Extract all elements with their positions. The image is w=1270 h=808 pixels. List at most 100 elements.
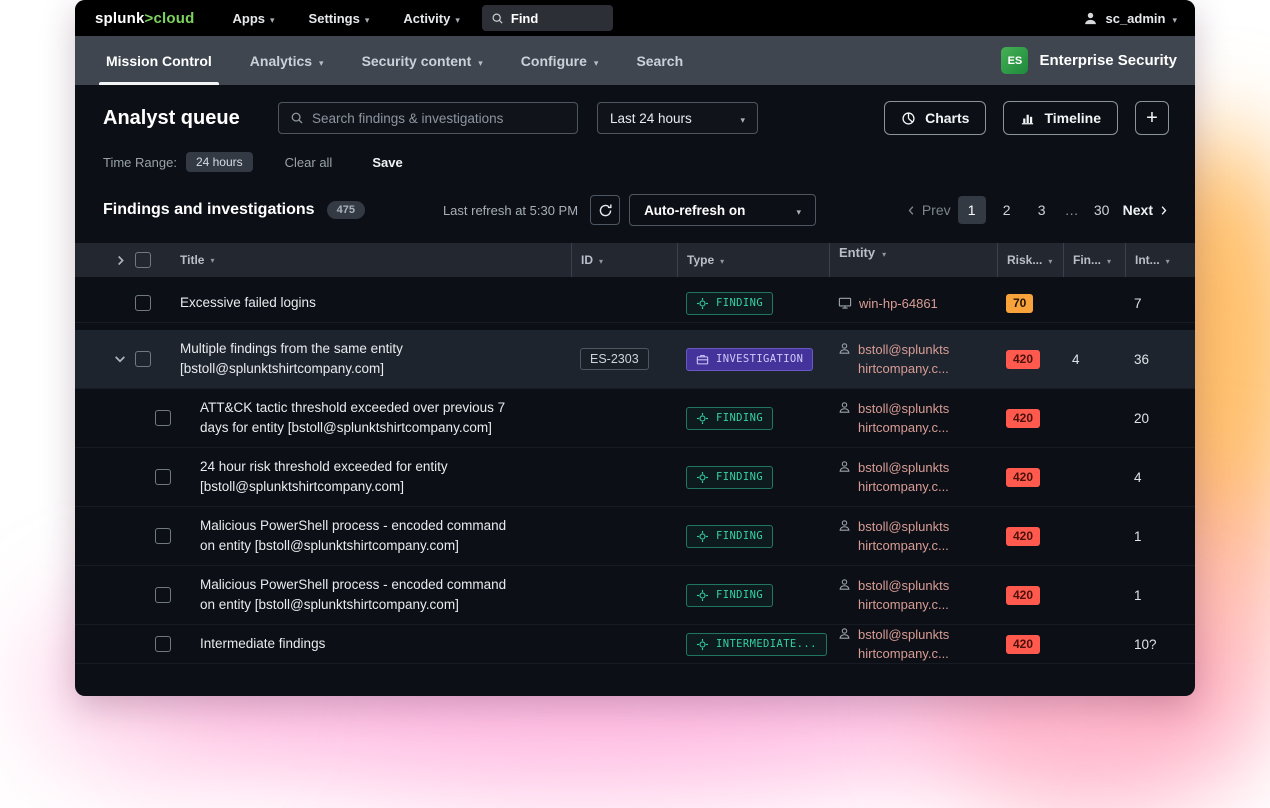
row-entity[interactable]: win-hp-64861 xyxy=(859,294,938,313)
header-entity[interactable]: Entity xyxy=(829,243,997,277)
logo-cloud-text: cloud xyxy=(154,10,195,27)
row-title[interactable]: Malicious PowerShell process - encoded c… xyxy=(191,507,571,565)
findings-search-input[interactable]: Search findings & investigations xyxy=(278,102,578,134)
sort-caret-icon xyxy=(210,249,214,271)
row-checkbox[interactable] xyxy=(155,528,171,544)
row-title[interactable]: Multiple findings from the same entity[b… xyxy=(171,330,571,388)
row-entity[interactable]: bstoll@splunktshirtcompany.c... xyxy=(858,625,949,663)
type-label: FINDING xyxy=(716,530,763,542)
expand-all-icon[interactable] xyxy=(114,254,127,267)
row-title[interactable]: Excessive failed logins xyxy=(171,284,571,322)
row-entity[interactable]: bstoll@splunktshirtcompany.c... xyxy=(858,458,949,496)
page-button-2[interactable]: 2 xyxy=(993,196,1021,224)
table-row[interactable]: ATT&CK tactic threshold exceeded over pr… xyxy=(75,389,1195,448)
apps-menu[interactable]: Apps xyxy=(233,11,275,26)
chevron-down-icon xyxy=(478,53,483,69)
timeline-button[interactable]: Timeline xyxy=(1003,101,1118,135)
prev-page-button[interactable]: Prev xyxy=(906,202,951,218)
tab-analytics[interactable]: Analytics xyxy=(231,36,343,85)
table-row[interactable]: Multiple findings from the same entity[b… xyxy=(75,330,1195,389)
row-entity[interactable]: bstoll@splunktshirtcompany.c... xyxy=(858,576,949,614)
row-checkbox-col xyxy=(155,587,191,603)
table-row[interactable]: Malicious PowerShell process - encoded c… xyxy=(75,566,1195,625)
save-button[interactable]: Save xyxy=(372,155,402,170)
tab-security-content[interactable]: Security content xyxy=(343,36,502,85)
next-page-button[interactable]: Next xyxy=(1123,202,1169,218)
row-title[interactable]: 24 hour risk threshold exceeded for enti… xyxy=(191,448,571,506)
chevron-left-icon xyxy=(906,205,917,216)
last-refresh-text: Last refresh at 5:30 PM xyxy=(443,203,578,218)
user-menu[interactable]: sc_admin xyxy=(1083,11,1177,26)
type-label: INTERMEDIATE... xyxy=(716,638,817,650)
row-checkbox[interactable] xyxy=(155,469,171,485)
header-title[interactable]: Title xyxy=(171,243,571,277)
row-checkbox[interactable] xyxy=(155,636,171,652)
row-risk-col: 420 xyxy=(997,409,1063,428)
header-type[interactable]: Type xyxy=(677,243,829,277)
pagination: Prev 1 2 3 … 30 Next xyxy=(906,196,1169,224)
row-risk-col: 420 xyxy=(997,468,1063,487)
row-title[interactable]: Intermediate findings xyxy=(191,625,571,663)
risk-score-badge: 420 xyxy=(1006,350,1040,369)
risk-score-badge: 420 xyxy=(1006,635,1040,654)
tab-analytics-label: Analytics xyxy=(250,53,312,69)
row-entity[interactable]: bstoll@splunktshirtcompany.c... xyxy=(858,399,949,437)
find-search-input[interactable]: Find xyxy=(482,5,613,31)
time-range-chip[interactable]: 24 hours xyxy=(186,152,253,172)
row-checkbox-col xyxy=(155,528,191,544)
row-checkbox-col xyxy=(135,295,171,311)
page-button-30[interactable]: 30 xyxy=(1088,196,1116,224)
row-title[interactable]: Malicious PowerShell process - encoded c… xyxy=(191,566,571,624)
row-intermediate-count: 36 xyxy=(1125,352,1195,367)
tab-configure[interactable]: Configure xyxy=(502,36,618,85)
tab-security-content-label: Security content xyxy=(362,53,472,69)
auto-refresh-select[interactable]: Auto-refresh on xyxy=(629,194,816,226)
user-name-label: sc_admin xyxy=(1105,11,1165,26)
chevron-down-icon xyxy=(319,53,324,69)
header-id[interactable]: ID xyxy=(571,243,677,277)
page-button-1[interactable]: 1 xyxy=(958,196,986,224)
risk-score-badge: 420 xyxy=(1006,409,1040,428)
logo-gt-text: > xyxy=(145,10,154,27)
entity-icon xyxy=(838,296,852,310)
row-type-badge: FINDING xyxy=(686,584,773,607)
table-row[interactable]: 24 hour risk threshold exceeded for enti… xyxy=(75,448,1195,507)
row-checkbox-col xyxy=(155,410,191,426)
select-all-checkbox[interactable] xyxy=(135,252,151,268)
search-icon xyxy=(491,12,504,25)
row-checkbox[interactable] xyxy=(155,410,171,426)
row-title[interactable]: ATT&CK tactic threshold exceeded over pr… xyxy=(191,389,571,447)
header-risk[interactable]: Risk... xyxy=(997,243,1063,277)
row-entity[interactable]: bstoll@splunktshirtcompany.c... xyxy=(858,340,949,378)
tab-mission-control[interactable]: Mission Control xyxy=(87,36,231,85)
splunk-topbar: splunk>cloud Apps Settings Activity Find… xyxy=(75,0,1195,36)
sort-caret-icon xyxy=(882,243,886,264)
splunk-cloud-logo: splunk>cloud xyxy=(95,10,195,27)
row-entity[interactable]: bstoll@splunktshirtcompany.c... xyxy=(858,517,949,555)
activity-menu[interactable]: Activity xyxy=(403,11,460,26)
header-intermediate[interactable]: Int... xyxy=(1125,243,1195,277)
row-checkbox[interactable] xyxy=(135,351,151,367)
clear-all-button[interactable]: Clear all xyxy=(285,155,333,170)
time-range-select[interactable]: Last 24 hours xyxy=(597,102,758,134)
table-row[interactable]: Excessive failed logins FINDING win-hp-6… xyxy=(75,284,1195,323)
findings-count-badge: 475 xyxy=(327,201,365,219)
page-button-3[interactable]: 3 xyxy=(1028,196,1056,224)
header-findings[interactable]: Fin... xyxy=(1063,243,1125,277)
row-risk-col: 420 xyxy=(997,635,1063,654)
charts-button[interactable]: Charts xyxy=(884,101,986,135)
table-row[interactable]: Malicious PowerShell process - encoded c… xyxy=(75,507,1195,566)
settings-menu[interactable]: Settings xyxy=(309,11,370,26)
app-window: splunk>cloud Apps Settings Activity Find… xyxy=(75,0,1195,696)
table-row[interactable]: Intermediate findings INTERMEDIATE... bs… xyxy=(75,625,1195,664)
header-title-label: Title xyxy=(180,250,204,270)
row-type-badge: FINDING xyxy=(686,407,773,430)
row-checkbox[interactable] xyxy=(135,295,151,311)
refresh-button[interactable] xyxy=(590,195,620,225)
type-label: INVESTIGATION xyxy=(716,353,803,365)
add-button[interactable]: + xyxy=(1135,101,1169,135)
row-expander-icon[interactable] xyxy=(113,352,127,366)
row-checkbox[interactable] xyxy=(155,587,171,603)
tab-search[interactable]: Search xyxy=(617,36,702,85)
active-filters-row: Time Range: 24 hours Clear all Save xyxy=(75,151,1195,173)
